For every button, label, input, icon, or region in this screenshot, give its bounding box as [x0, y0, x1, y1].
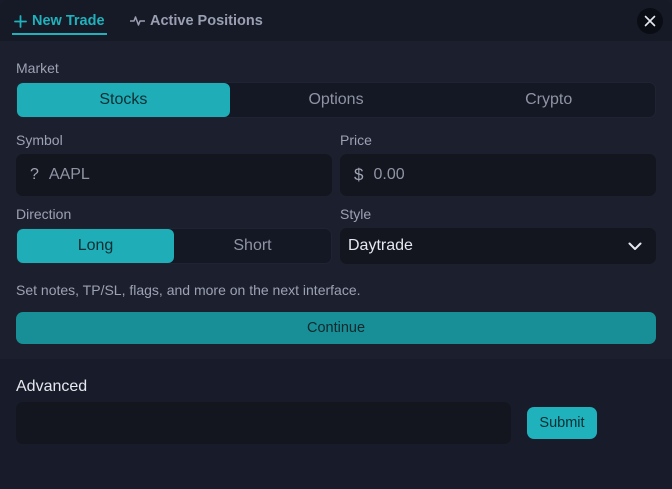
active-tab-indicator — [12, 33, 107, 35]
price-label: Price — [340, 132, 372, 148]
style-value: Daytrade — [348, 237, 413, 254]
dollar-icon: $ — [354, 165, 364, 184]
style-label: Style — [340, 206, 372, 222]
continue-button[interactable]: Continue — [16, 312, 656, 344]
market-selector: Stocks Options Crypto — [16, 82, 656, 118]
market-label: Market — [16, 60, 59, 76]
tab-bar: New Trade Active Positions — [0, 0, 672, 41]
activity-icon — [130, 16, 145, 26]
direction-option-short[interactable]: Short — [174, 229, 331, 263]
symbol-prefix-icon: ? — [30, 166, 39, 183]
advanced-heading: Advanced — [16, 378, 88, 395]
symbol-label: Symbol — [16, 132, 63, 148]
close-button[interactable] — [637, 8, 663, 34]
advanced-input[interactable] — [16, 402, 511, 444]
submit-button[interactable]: Submit — [527, 407, 597, 439]
style-select[interactable]: Daytrade — [340, 228, 656, 264]
new-trade-panel: New Trade Active Positions Market Stocks… — [0, 0, 672, 489]
price-input[interactable]: $ 0.00 — [340, 154, 656, 196]
direction-label: Direction — [16, 206, 72, 222]
symbol-input[interactable]: ? AAPL — [16, 154, 332, 196]
market-option-stocks[interactable]: Stocks — [17, 83, 230, 117]
market-option-crypto[interactable]: Crypto — [442, 83, 655, 117]
tab-active-positions-label: Active Positions — [150, 13, 263, 29]
close-icon — [644, 15, 656, 27]
direction-option-long[interactable]: Long — [17, 229, 174, 263]
tab-new-trade[interactable]: New Trade — [12, 8, 107, 35]
symbol-value: AAPL — [48, 166, 90, 183]
plus-icon — [14, 14, 27, 28]
tab-new-trade-label: New Trade — [32, 13, 105, 29]
price-placeholder: 0.00 — [373, 166, 405, 183]
market-option-options[interactable]: Options — [230, 83, 443, 117]
direction-selector: Long Short — [16, 228, 332, 264]
tab-active-positions[interactable]: Active Positions — [130, 8, 263, 34]
chevron-down-icon — [628, 242, 642, 250]
next-step-hint: Set notes, TP/SL, flags, and more on the… — [16, 282, 361, 298]
